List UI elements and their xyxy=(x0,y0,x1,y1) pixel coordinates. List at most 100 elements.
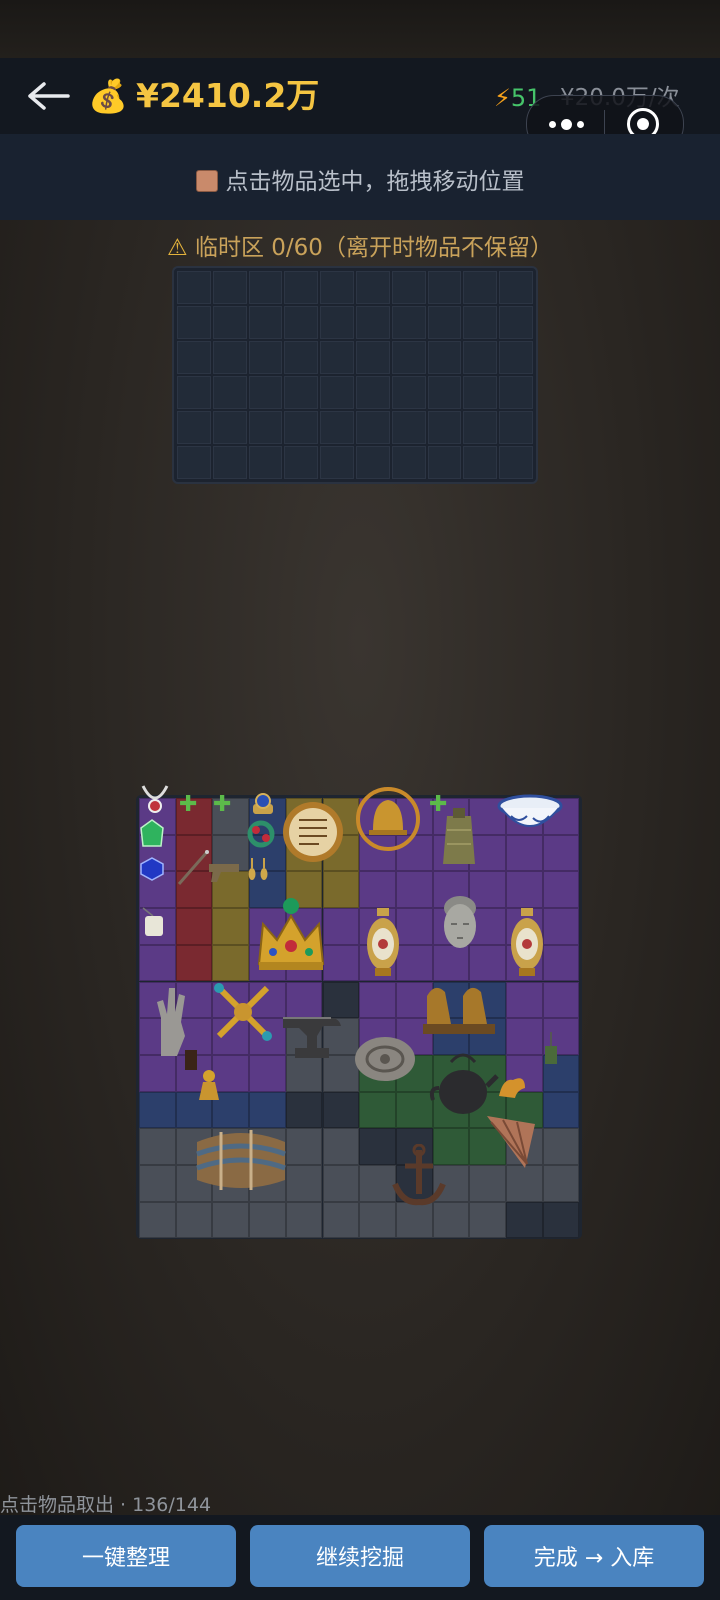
temp-slot[interactable] xyxy=(284,271,319,304)
temp-slot[interactable] xyxy=(284,341,319,374)
foo-dog-statues-icon[interactable] xyxy=(421,974,501,1038)
grid-slot[interactable] xyxy=(395,871,433,909)
grid-slot[interactable] xyxy=(506,871,543,909)
temp-slot[interactable] xyxy=(248,376,283,409)
temp-slot[interactable] xyxy=(391,411,426,444)
grid-slot[interactable] xyxy=(359,871,396,909)
emerald-gem-icon[interactable] xyxy=(139,818,165,850)
temp-slot[interactable] xyxy=(177,341,211,374)
temp-slot[interactable] xyxy=(177,271,211,304)
papyrus-scroll-icon[interactable] xyxy=(281,800,345,864)
grid-slot[interactable] xyxy=(506,981,543,1019)
gold-dragon-figurine-icon[interactable] xyxy=(495,1068,529,1100)
temp-slot[interactable] xyxy=(391,306,426,339)
temp-slot[interactable] xyxy=(427,306,462,339)
grid-slot[interactable] xyxy=(175,1201,213,1239)
temp-slot[interactable] xyxy=(212,271,247,304)
grid-slot[interactable] xyxy=(395,908,433,945)
woven-blanket-icon[interactable] xyxy=(191,1122,291,1196)
temp-slot[interactable] xyxy=(499,446,533,479)
temp-slot[interactable] xyxy=(463,446,498,479)
temp-slot[interactable] xyxy=(177,376,211,409)
ship-anchor-icon[interactable] xyxy=(389,1144,447,1210)
puzzle-piece-icon[interactable]: ✚ xyxy=(213,794,231,816)
temp-slot[interactable] xyxy=(427,446,462,479)
temp-slot[interactable] xyxy=(248,306,283,339)
temp-slot[interactable] xyxy=(463,376,498,409)
grid-slot[interactable] xyxy=(175,908,213,945)
temp-slot[interactable] xyxy=(355,306,390,339)
grid-slot[interactable] xyxy=(322,1128,360,1165)
grid-slot[interactable] xyxy=(322,1091,360,1129)
wind-chime-icon[interactable] xyxy=(541,1030,561,1074)
grid-slot[interactable] xyxy=(542,1091,580,1129)
iron-anvil-icon[interactable] xyxy=(281,1004,343,1066)
grid-slot[interactable] xyxy=(359,981,396,1019)
stone-hand-icon[interactable] xyxy=(147,982,193,1058)
grid-slot[interactable] xyxy=(506,834,543,872)
grid-slot[interactable] xyxy=(139,1128,176,1165)
temp-slot[interactable] xyxy=(320,341,354,374)
cloisonne-vase-icon[interactable] xyxy=(509,906,545,978)
grid-slot[interactable] xyxy=(139,1054,176,1092)
grid-slot[interactable] xyxy=(139,1201,176,1239)
grid-slot[interactable] xyxy=(212,944,250,982)
grid-slot[interactable] xyxy=(285,1165,323,1202)
temp-slot[interactable] xyxy=(427,341,462,374)
temp-slot[interactable] xyxy=(355,446,390,479)
grid-slot[interactable] xyxy=(249,1201,286,1239)
temp-slot[interactable] xyxy=(284,411,319,444)
grid-slot[interactable] xyxy=(542,1165,580,1202)
wand-icon[interactable] xyxy=(175,848,211,888)
temp-slot[interactable] xyxy=(284,446,319,479)
temp-slot[interactable] xyxy=(248,341,283,374)
temp-slot[interactable] xyxy=(391,341,426,374)
temp-slot[interactable] xyxy=(463,271,498,304)
grid-slot[interactable] xyxy=(395,1091,433,1129)
temp-zone-grid[interactable] xyxy=(172,266,538,484)
temp-slot[interactable] xyxy=(499,306,533,339)
golden-vajra-icon[interactable] xyxy=(211,980,275,1044)
temp-slot[interactable] xyxy=(499,271,533,304)
necklace-icon[interactable] xyxy=(137,780,173,820)
small-gold-figurine-icon[interactable] xyxy=(193,1068,225,1102)
grid-slot[interactable] xyxy=(542,1128,580,1165)
grid-slot[interactable] xyxy=(542,834,580,872)
jade-pendant-icon[interactable] xyxy=(139,906,167,938)
temp-slot[interactable] xyxy=(320,376,354,409)
grid-slot[interactable] xyxy=(542,944,580,982)
temp-slot[interactable] xyxy=(212,306,247,339)
temp-slot[interactable] xyxy=(463,306,498,339)
grid-slot[interactable] xyxy=(359,1091,396,1129)
cast-iron-teapot-icon[interactable] xyxy=(429,1050,499,1118)
temp-slot[interactable] xyxy=(391,376,426,409)
temp-slot[interactable] xyxy=(177,306,211,339)
grid-slot[interactable] xyxy=(212,908,250,945)
grid-slot[interactable] xyxy=(322,1165,360,1202)
grid-slot[interactable] xyxy=(506,1018,543,1055)
porcelain-bowl-icon[interactable] xyxy=(497,792,563,840)
temp-slot[interactable] xyxy=(212,411,247,444)
puzzle-piece-icon[interactable]: ✚ xyxy=(179,794,197,816)
gold-crown-icon[interactable] xyxy=(253,894,329,982)
temp-slot[interactable] xyxy=(355,411,390,444)
grid-slot[interactable] xyxy=(139,944,176,982)
temp-slot[interactable] xyxy=(355,341,390,374)
grid-slot[interactable] xyxy=(175,944,213,982)
temp-slot[interactable] xyxy=(499,411,533,444)
temp-slot[interactable] xyxy=(212,446,247,479)
finish-store-button[interactable]: 完成 → 入库 xyxy=(484,1525,704,1587)
temp-slot[interactable] xyxy=(320,411,354,444)
temp-slot[interactable] xyxy=(463,341,498,374)
back-arrow-icon[interactable] xyxy=(22,78,72,114)
grid-slot[interactable] xyxy=(285,1128,323,1165)
temp-slot[interactable] xyxy=(284,306,319,339)
grid-slot[interactable] xyxy=(542,871,580,909)
temp-slot[interactable] xyxy=(499,376,533,409)
grid-slot[interactable] xyxy=(139,1091,176,1129)
temp-slot[interactable] xyxy=(391,271,426,304)
grid-slot[interactable] xyxy=(506,1201,543,1239)
earrings-icon[interactable] xyxy=(247,854,271,882)
temp-slot[interactable] xyxy=(320,306,354,339)
inventory-grid[interactable]: ✚ ✚ ✚ xyxy=(136,785,582,1239)
